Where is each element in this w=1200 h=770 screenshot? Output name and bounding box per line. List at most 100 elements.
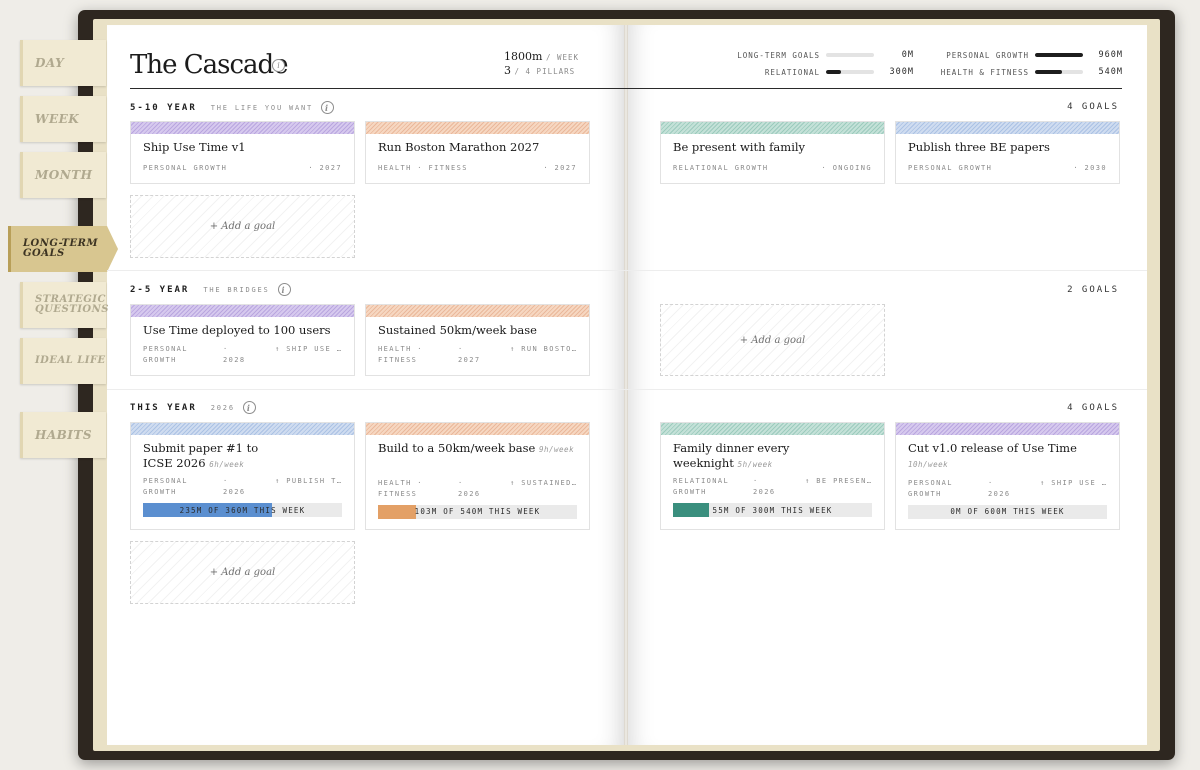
stat-value: 0M (901, 50, 914, 60)
parent-goal-link[interactable]: ↑ RUN BOSTON MARATHON 2027 (510, 344, 579, 355)
time-estimate: 5h/week (737, 459, 773, 469)
goal-card[interactable]: Submit paper #1 to ICSE 2026 6h/week PER… (130, 422, 355, 530)
goal-meta: PERSONAL GROWTH · 2027 (131, 164, 354, 172)
goal-title: Build to a 50km/week base 9h/week (366, 435, 589, 472)
goal-count: 2 GOALS (1067, 285, 1119, 295)
meta-separator: · (223, 344, 229, 353)
meta-separator: · (988, 479, 994, 487)
goal-meta: HEALTH · FITNESS · 2027 (366, 164, 589, 172)
pillar-stripe (896, 122, 1119, 134)
goal-target: 2027 (458, 355, 481, 364)
stat-bar (1035, 70, 1083, 74)
goal-meta: HEALTH · · ↑ SUSTAINED 50KM/WEEK BASE FITN… (366, 478, 589, 500)
meta-separator: · (753, 477, 759, 486)
goal-target: · 2027 (308, 163, 342, 172)
meta-separator: · (223, 477, 229, 486)
goal-meta: HEALTH · · ↑ RUN BOSTON MARATHON 2027 FITN… (366, 344, 589, 366)
info-icon[interactable]: i (242, 401, 256, 414)
pillar-stripe (366, 423, 589, 435)
section-label-long-term: 5-10 YEAR THE LIFE YOU WANT i (130, 101, 335, 114)
parent-goal-link[interactable]: ↑ SHIP USE TIME V1 (275, 344, 344, 355)
section-title: THIS YEAR (130, 402, 197, 413)
goal-card[interactable]: Cut v1.0 release of Use Time 10h/week PE… (895, 422, 1120, 530)
goal-pillar: GROWTH (143, 488, 177, 497)
info-icon[interactable]: i (277, 283, 291, 296)
info-icon[interactable]: i (272, 59, 285, 72)
goal-pillar: RELATIONAL (673, 477, 730, 486)
tab-week[interactable]: Week (20, 96, 106, 142)
weekly-progress-bar: 235M OF 360M THIS WEEK (143, 503, 342, 518)
tab-day[interactable]: Day (20, 40, 106, 86)
stat-label: LONG-TERM GOALS (737, 50, 820, 60)
tab-label: Long-Term Goals (23, 237, 99, 259)
goal-title: Publish three BE papers (908, 140, 1050, 154)
weekly-total-value: 1800m (504, 50, 543, 63)
tab-long-term-goals[interactable]: Long-Term Goals (8, 226, 118, 272)
goal-card[interactable]: Build to a 50km/week base 9h/week HEALTH… (365, 422, 590, 530)
goal-pillar: FITNESS (378, 489, 418, 498)
goal-pillar: HEALTH · FITNESS (378, 163, 468, 172)
goal-card[interactable]: Ship Use Time v1 PERSONAL GROWTH · 2027 (130, 121, 355, 184)
goal-title: Use Time deployed to 100 users (143, 323, 331, 337)
pillar-stripe (131, 122, 354, 134)
info-icon[interactable]: i (321, 101, 335, 114)
add-goal-button[interactable]: + Add a goal (660, 304, 885, 376)
goal-meta: PERSONAL · ↑ SHIP USE TIME V1 GROWTH 2026 (896, 478, 1119, 500)
goal-card[interactable]: Sustained 50km/week base HEALTH · · ↑ RUN … (365, 304, 590, 376)
stat-health-fitness: HEALTH & FITNESS 540M (909, 67, 1123, 77)
pillars-count-value: 3 (504, 64, 511, 77)
pillar-stripe (896, 423, 1119, 435)
tab-label: Day (35, 55, 65, 70)
parent-goal-link[interactable]: ↑ SUSTAINED 50KM/WEEK BASE (510, 478, 579, 489)
time-estimate: 9h/week (538, 445, 575, 454)
header-rule (130, 88, 1122, 89)
weekly-total: 1800m / WEEK (504, 50, 579, 63)
tab-label: Habits (35, 427, 92, 442)
add-goal-button[interactable]: + Add a goal (130, 541, 355, 604)
goal-card[interactable]: Run Boston Marathon 2027 HEALTH · FITNES… (365, 121, 590, 184)
goal-target: 2026 (458, 489, 481, 498)
goal-target: 2026 (223, 488, 246, 497)
section-subtitle: 2026 (210, 403, 235, 412)
goal-title: Submit paper #1 to ICSE 2026 6h/week (131, 435, 291, 470)
goal-meta: RELATIONAL GROWTH · ONGOING (661, 164, 884, 172)
pillar-stripe (661, 122, 884, 134)
pillar-stripe (131, 423, 354, 435)
tab-month[interactable]: Month (20, 152, 106, 198)
parent-goal-link[interactable]: ↑ SHIP USE TIME V1 (1040, 478, 1109, 489)
section-subtitle: THE BRIDGES (203, 285, 270, 294)
goal-title-text: Build to a 50km/week base (378, 441, 536, 455)
goal-card[interactable]: Publish three BE papers PERSONAL GROWTH ·… (895, 121, 1120, 184)
goal-pillar: PERSONAL (143, 344, 188, 353)
goal-pillar: PERSONAL GROWTH (908, 163, 993, 172)
stat-bar (826, 53, 874, 57)
stat-bar-fill (826, 70, 841, 74)
tab-label: Month (35, 167, 93, 182)
pillars-count: 3 / 4 PILLARS (504, 64, 575, 77)
tab-habits[interactable]: Habits (20, 412, 106, 458)
pillar-stripe (366, 122, 589, 134)
goal-pillar: RELATIONAL GROWTH (673, 163, 769, 172)
section-title: 5-10 YEAR (130, 102, 197, 113)
tab-strategic-questions[interactable]: Strategic Questions (20, 282, 108, 328)
goal-card[interactable]: Be present with family RELATIONAL GROWTH… (660, 121, 885, 184)
tab-label: Ideal Life (35, 354, 106, 366)
goal-pillar: PERSONAL (143, 477, 188, 486)
goal-title-text: Cut v1.0 release of Use Time (908, 441, 1077, 455)
tab-ideal-life[interactable]: Ideal Life (20, 338, 106, 384)
stat-value: 960M (1098, 50, 1123, 60)
weekly-progress-bar: 0M OF 600M THIS WEEK (908, 504, 1107, 519)
goal-card[interactable]: Family dinner every weeknight 5h/week RE… (660, 422, 885, 530)
goal-pillar: GROWTH (908, 489, 942, 498)
parent-goal-link[interactable]: ↑ BE PRESENT WITH FAMILY (805, 476, 874, 487)
goal-card[interactable]: Use Time deployed to 100 users PERSONAL ·… (130, 304, 355, 376)
goal-target: · 2027 (543, 163, 577, 172)
add-goal-button[interactable]: + Add a goal (130, 195, 355, 258)
goal-title: Ship Use Time v1 (143, 140, 246, 154)
goal-meta: PERSONAL GROWTH · 2030 (896, 164, 1119, 172)
parent-goal-link[interactable]: ↑ PUBLISH THREE BE PAPERS (275, 476, 344, 487)
section-subtitle: THE LIFE YOU WANT (210, 103, 314, 112)
time-estimate: 10h/week (908, 459, 949, 469)
goal-pillar: GROWTH (143, 355, 177, 364)
goal-title: Family dinner every weeknight 5h/week (661, 435, 821, 470)
